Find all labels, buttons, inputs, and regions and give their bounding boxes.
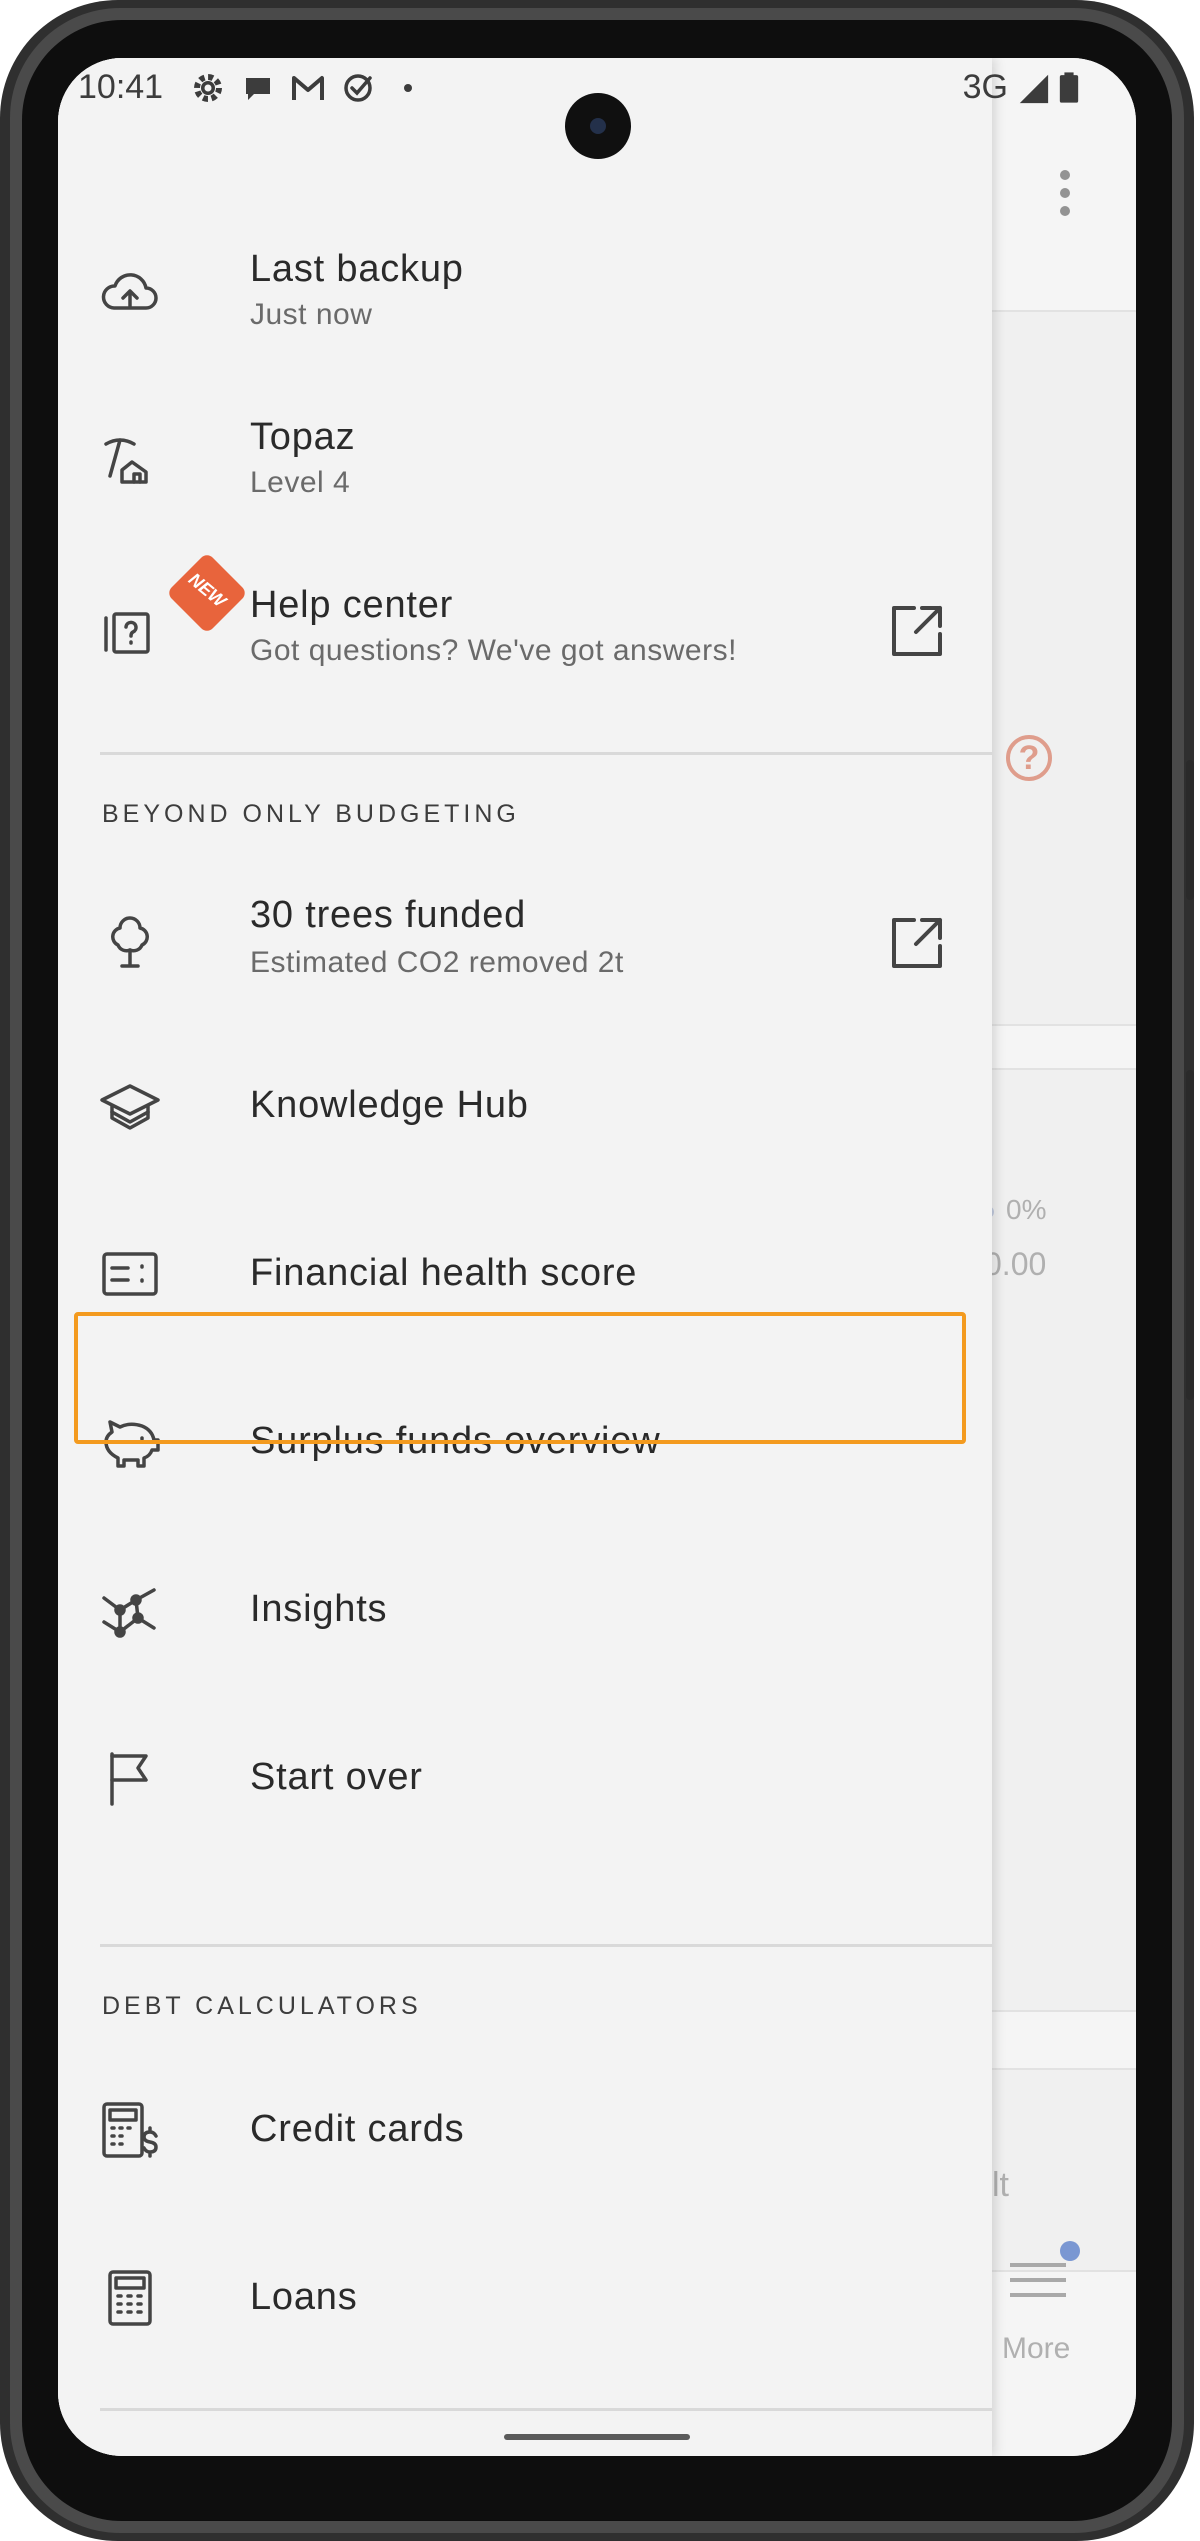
external-link-icon[interactable] <box>888 602 946 660</box>
dot-icon <box>404 84 412 92</box>
cloud-upload-icon <box>98 262 162 326</box>
settings-icon <box>194 74 222 102</box>
external-link-icon[interactable] <box>888 914 946 972</box>
status-time: 10:41 <box>78 68 164 106</box>
tree-icon <box>98 910 162 974</box>
drawer-item-start-over[interactable]: Start over <box>58 1694 992 1862</box>
item-subtitle: Just now <box>250 298 373 331</box>
item-title: Topaz <box>250 416 356 458</box>
item-title: Insights <box>250 1588 388 1630</box>
gesture-nav-bar[interactable] <box>504 2434 690 2440</box>
section-header-beyond: BEYOND ONLY BUDGETING <box>102 800 520 828</box>
item-title: 30 trees funded <box>250 894 527 936</box>
battery-icon <box>1059 71 1079 103</box>
item-title: Knowledge Hub <box>250 1084 529 1126</box>
status-right: 3G <box>963 68 1080 107</box>
navigation-drawer: Last backup Just now Topaz Level 4 NEW H… <box>58 58 992 2456</box>
check-icon <box>344 74 372 102</box>
item-subtitle: Level 4 <box>250 466 351 499</box>
divider <box>100 2408 992 2411</box>
help-center-icon: NEW <box>98 551 249 662</box>
power-button <box>1186 760 1194 900</box>
drawer-item-topaz[interactable]: Topaz Level 4 <box>58 378 992 546</box>
item-subtitle: Estimated CO2 removed 2t <box>250 946 624 979</box>
item-subtitle: Got questions? We've got answers! <box>250 634 737 667</box>
divider <box>100 752 992 755</box>
drawer-item-credit-cards[interactable]: Credit cards <box>58 2046 992 2214</box>
selection-highlight <box>74 1312 966 1444</box>
drawer-item-trees-funded[interactable]: 30 trees funded Estimated CO2 removed 2t <box>58 858 992 1026</box>
graduation-cap-icon <box>98 1074 162 1138</box>
item-title: Credit cards <box>250 2108 465 2150</box>
signal-icon <box>1019 74 1049 103</box>
gmail-icon <box>292 76 324 100</box>
drawer-item-loans[interactable]: Loans <box>58 2214 992 2382</box>
item-title: Help center <box>250 584 454 626</box>
drawer-item-help-center[interactable]: NEW Help center Got questions? We've got… <box>58 546 992 714</box>
screen: ? 0% 0.00 lt More Last backup Just now T… <box>58 58 1136 2456</box>
divider <box>100 1944 992 1947</box>
flag-icon <box>98 1746 162 1810</box>
drawer-item-last-backup[interactable]: Last backup Just now <box>58 210 992 378</box>
pickaxe-icon <box>98 430 162 494</box>
notification-icons <box>190 70 426 106</box>
item-title: Last backup <box>250 248 464 290</box>
drawer-item-insights[interactable]: Insights <box>58 1526 992 1694</box>
section-header-debt: DEBT CALCULATORS <box>102 1992 422 2020</box>
item-title: Financial health score <box>250 1252 638 1294</box>
insights-icon <box>98 1578 162 1642</box>
item-title: Start over <box>250 1756 423 1798</box>
credit-calculator-icon <box>98 2098 162 2162</box>
drawer-item-knowledge-hub[interactable]: Knowledge Hub <box>58 1022 992 1190</box>
volume-button <box>1186 1070 1194 1400</box>
network-type: 3G <box>962 68 1008 106</box>
front-camera <box>565 93 631 159</box>
score-card-icon <box>98 1242 162 1306</box>
phone-frame: ? 0% 0.00 lt More Last backup Just now T… <box>0 0 1194 2541</box>
item-title: Loans <box>250 2276 358 2318</box>
chat-icon <box>246 78 270 100</box>
calculator-icon <box>98 2266 162 2330</box>
